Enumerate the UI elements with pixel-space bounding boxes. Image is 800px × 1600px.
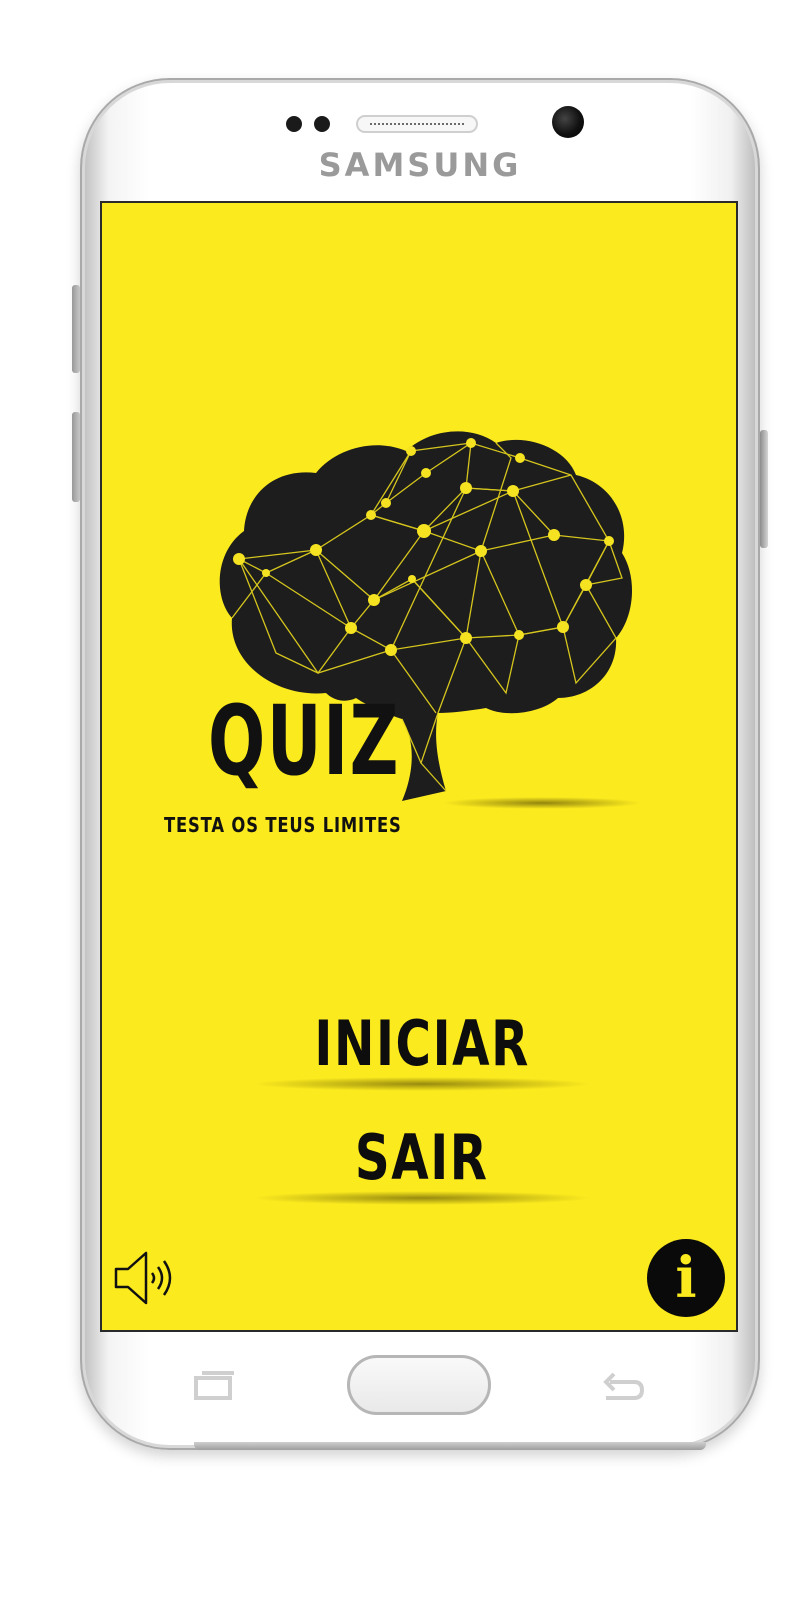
start-button-label: INICIAR	[314, 1007, 530, 1080]
volume-down-side-button	[72, 412, 80, 502]
exit-button[interactable]: SAIR	[232, 1127, 612, 1189]
front-camera	[552, 106, 584, 138]
logo-shadow	[442, 797, 642, 809]
start-button[interactable]: INICIAR	[232, 1013, 612, 1075]
info-icon[interactable]: i	[647, 1239, 725, 1317]
speaker-volume-icon[interactable]	[112, 1249, 176, 1307]
home-key[interactable]	[347, 1355, 491, 1415]
app-screen: QUIZ TESTA OS TEUS LIMITES INICIAR SAIR …	[100, 201, 738, 1332]
power-side-button	[760, 430, 768, 548]
exit-button-label: SAIR	[355, 1121, 489, 1194]
proximity-sensor-dot	[286, 116, 302, 132]
back-icon[interactable]	[600, 1368, 646, 1402]
brand-logo: SAMSUNG	[318, 146, 522, 184]
phone-bottom-rim	[194, 1442, 706, 1450]
earpiece-speaker	[356, 115, 478, 133]
app-subtitle: TESTA OS TEUS LIMITES	[164, 813, 402, 837]
app-title: QUIZ	[208, 685, 401, 797]
recent-apps-icon[interactable]	[194, 1370, 236, 1400]
volume-up-side-button	[72, 285, 80, 373]
light-sensor-dot	[314, 116, 330, 132]
stage: SAMSUNG QUIZ TESTA OS TEUS LIMITES INICI…	[0, 0, 800, 1600]
